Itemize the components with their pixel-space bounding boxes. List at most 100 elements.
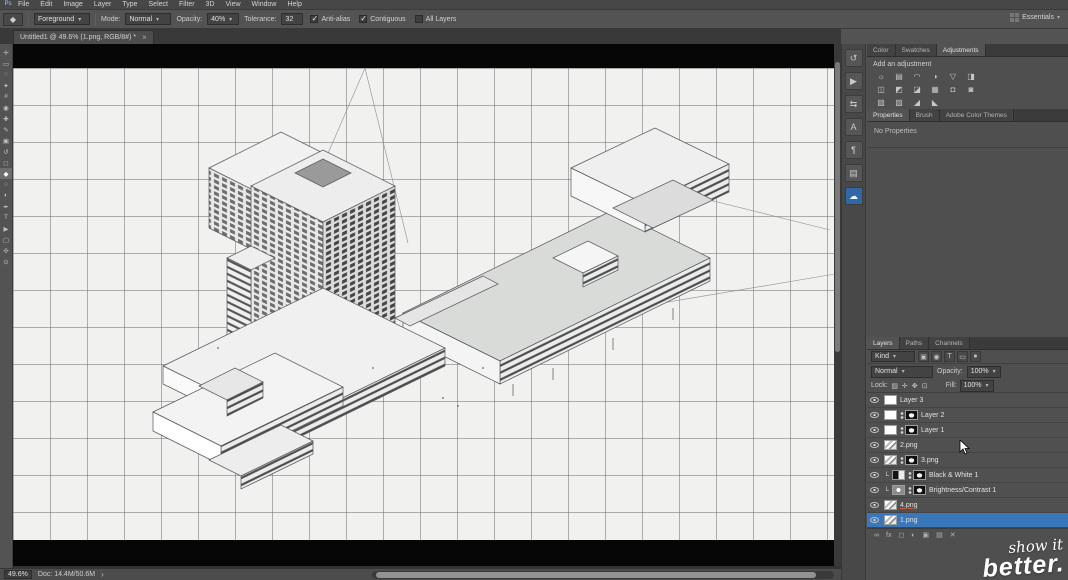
canvas-area[interactable] [13, 44, 841, 568]
posterize-icon[interactable]: ▧ [872, 96, 890, 109]
photo-filter-icon[interactable]: ◪ [908, 83, 926, 96]
layer-row[interactable]: 1.png [867, 513, 1068, 528]
layer-thumbnail[interactable] [891, 470, 905, 480]
add-mask-icon[interactable]: ◻ [898, 531, 904, 539]
status-menu-arrow[interactable]: › [101, 570, 104, 579]
layer-thumbnail[interactable] [884, 410, 897, 420]
shape-tool[interactable]: ▢ [0, 234, 12, 245]
levels-icon[interactable]: ▤ [890, 70, 908, 83]
mask-thumbnail[interactable] [905, 425, 918, 435]
dodge-tool[interactable]: ◐ [0, 190, 12, 201]
exposure-icon[interactable]: ◑ [926, 70, 944, 83]
menu-item[interactable]: File [18, 1, 29, 8]
delete-layer-icon[interactable]: ✕ [950, 531, 956, 539]
pen-tool[interactable]: ✒ [0, 201, 12, 212]
new-adjustment-icon[interactable]: ◐ [911, 532, 915, 539]
panel-tab[interactable]: Paths [899, 337, 930, 349]
visibility-toggle[interactable] [870, 427, 879, 433]
new-layer-icon[interactable]: ▤ [936, 531, 943, 539]
eraser-tool[interactable]: ◻ [0, 157, 12, 168]
layer-thumbnail[interactable] [891, 485, 905, 495]
panel-tab[interactable]: Brush [909, 109, 940, 121]
layer-row[interactable]: Layer 2 [867, 408, 1068, 423]
menu-item[interactable]: Image [63, 1, 82, 8]
threshold-icon[interactable]: ▨ [890, 96, 908, 109]
layer-row[interactable]: 4.png [867, 498, 1068, 513]
layer-name[interactable]: 4.png [900, 502, 918, 509]
document-canvas[interactable] [13, 68, 841, 540]
selective-color-icon[interactable]: ◣ [926, 96, 944, 109]
horizontal-scrollbar[interactable] [372, 571, 834, 579]
lock-all-icon[interactable]: ⊡ [921, 382, 929, 390]
opacity-select[interactable]: 40% [207, 13, 240, 25]
menu-item[interactable]: View [226, 1, 241, 8]
vibrance-icon[interactable]: ▽ [944, 70, 962, 83]
vertical-scrollbar-thumb[interactable] [835, 62, 840, 352]
healing-brush-tool[interactable]: ✚ [0, 113, 12, 124]
visibility-toggle[interactable] [870, 487, 879, 493]
layer-row[interactable]: Layer 3 [867, 393, 1068, 408]
visibility-toggle[interactable] [870, 472, 879, 478]
layer-thumbnail[interactable] [884, 425, 897, 435]
clone-stamp-tool[interactable]: ▣ [0, 135, 12, 146]
paragraph-icon[interactable]: ¶ [844, 141, 863, 159]
tab-close-icon[interactable]: × [142, 33, 147, 42]
panel-tab[interactable]: Channels [929, 337, 970, 349]
horizontal-scrollbar-thumb[interactable] [376, 572, 816, 578]
vertical-scrollbar[interactable] [834, 44, 841, 566]
panel-tab[interactable]: Adjustments [936, 44, 986, 56]
visibility-toggle[interactable] [870, 502, 879, 508]
layer-thumbnail[interactable] [884, 455, 897, 465]
history-brush-tool[interactable]: ↺ [0, 146, 12, 157]
panel-tab[interactable]: Layers [867, 337, 900, 349]
brush-tool[interactable]: ✎ [0, 124, 12, 135]
mask-thumbnail[interactable] [905, 455, 918, 465]
layer-name[interactable]: Brightness/Contrast 1 [929, 487, 996, 494]
menu-item[interactable]: Help [287, 1, 301, 8]
visibility-toggle[interactable] [870, 397, 879, 403]
color-balance-icon[interactable]: ◫ [872, 83, 890, 96]
mask-thumbnail[interactable] [905, 410, 918, 420]
layer-name[interactable]: Black & White 1 [929, 472, 978, 479]
workspace-switcher[interactable]: Essentials [1010, 13, 1060, 22]
visibility-toggle[interactable] [870, 442, 879, 448]
document-tab[interactable]: Untitled1 @ 49.6% (1.png, RGB/8#) * × [13, 30, 154, 44]
menu-item[interactable]: Edit [40, 1, 52, 8]
glyphs-icon[interactable]: ▤ [844, 164, 863, 182]
layer-thumbnail[interactable] [884, 500, 897, 510]
layer-thumbnail[interactable] [884, 395, 897, 405]
layer-name[interactable]: Layer 1 [921, 427, 944, 434]
visibility-toggle[interactable] [870, 517, 879, 523]
curves-icon[interactable]: ◠ [908, 70, 926, 83]
character-icon[interactable]: A [844, 118, 863, 136]
mask-thumbnail[interactable] [912, 485, 926, 495]
type-tool[interactable]: T [0, 212, 12, 223]
layer-row[interactable]: Black & White 1 [867, 468, 1068, 483]
checkbox-box[interactable] [414, 15, 423, 23]
blend-mode-select[interactable]: Normal [871, 365, 933, 378]
invert-icon[interactable]: ◙ [962, 83, 980, 96]
layer-row[interactable]: Brightness/Contrast 1 [867, 483, 1068, 498]
actions-icon[interactable]: ▶ [844, 72, 863, 90]
fill-select[interactable]: 100% [959, 379, 994, 392]
menu-item[interactable]: Filter [179, 1, 195, 8]
libraries-icon[interactable]: ☁ [844, 187, 863, 205]
panel-tab[interactable]: Color [867, 44, 896, 56]
magic-wand-tool[interactable]: ✦ [0, 80, 12, 91]
layer-name[interactable]: Layer 2 [921, 412, 944, 419]
panel-tab[interactable]: Adobe Color Themes [939, 109, 1014, 121]
visibility-toggle[interactable] [870, 412, 879, 418]
lock-position-icon[interactable]: ✥ [911, 382, 919, 390]
layer-effects-icon[interactable]: fx [886, 532, 891, 539]
channel-mixer-icon[interactable]: ▦ [926, 83, 944, 96]
lock-pixels-icon[interactable]: ✛ [901, 382, 909, 390]
filter-pixel-icon[interactable]: ▣ [918, 351, 929, 362]
filter-adjustment-icon[interactable]: ◉ [931, 351, 942, 362]
menu-item[interactable]: Layer [94, 1, 112, 8]
option-checkbox[interactable]: Anti-alias [310, 14, 350, 23]
option-checkbox[interactable]: Contiguous [359, 14, 406, 23]
black-white-icon[interactable]: ◩ [890, 83, 908, 96]
filter-shape-icon[interactable]: ▭ [957, 351, 968, 362]
layer-name[interactable]: Layer 3 [900, 397, 923, 404]
menu-item[interactable]: 3D [206, 1, 215, 8]
